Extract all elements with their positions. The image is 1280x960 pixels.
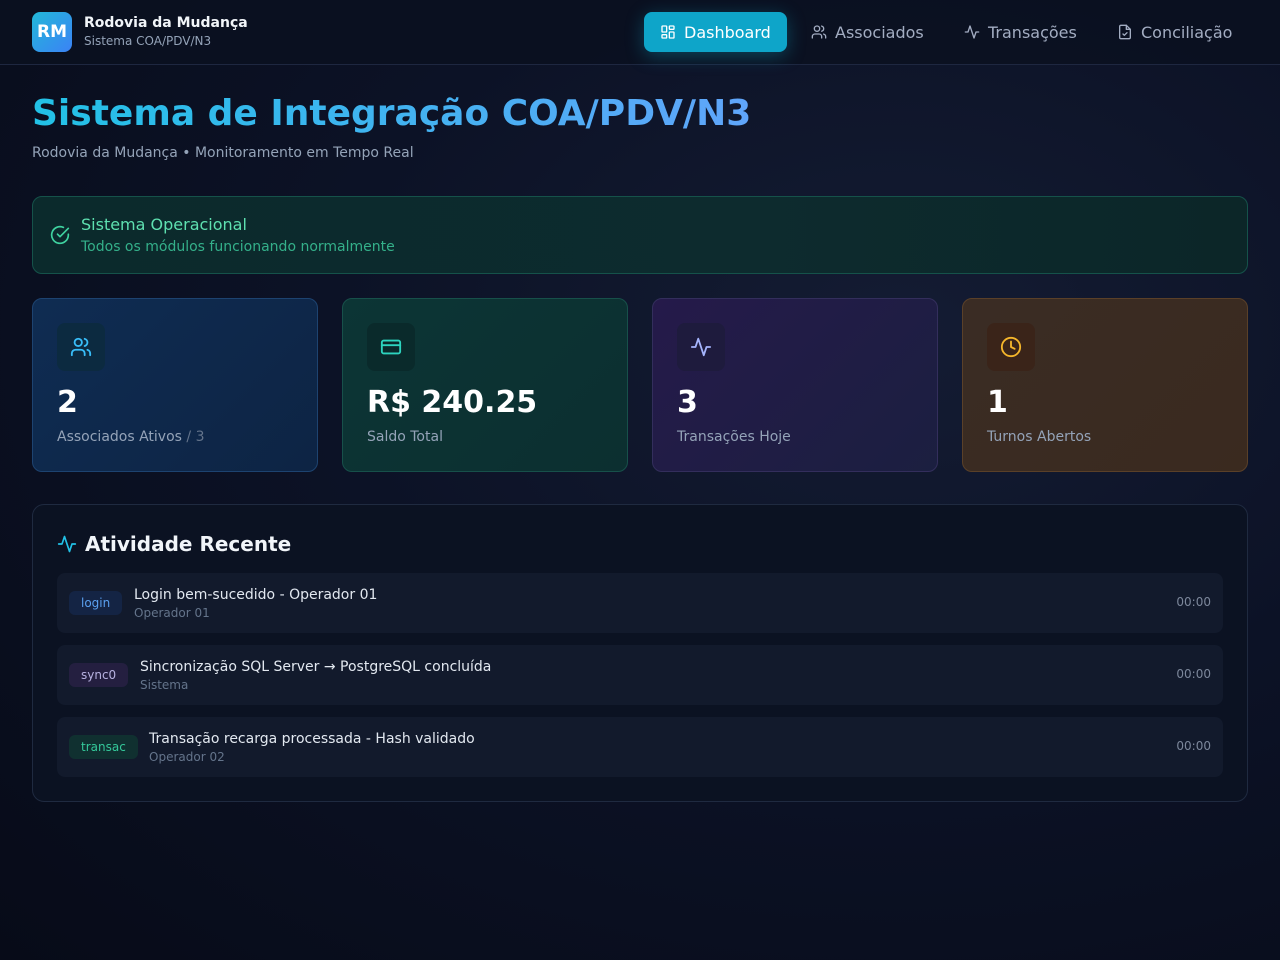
status-banner: Sistema Operacional Todos os módulos fun… bbox=[32, 196, 1248, 274]
stat-value: R$ 240.25 bbox=[367, 385, 538, 420]
nav-associados-label: Associados bbox=[835, 22, 924, 42]
nav-conciliacao[interactable]: Conciliação bbox=[1101, 12, 1248, 52]
clock-icon bbox=[987, 323, 1035, 371]
activity-type-badge: login bbox=[69, 591, 123, 615]
activity-message: Sincronização SQL Server → PostgreSQL co… bbox=[140, 659, 492, 675]
stat-label: Transações Hoje bbox=[677, 429, 791, 445]
stat-card-associados[interactable]: 2 Associados Ativos / 3 bbox=[32, 298, 318, 472]
activity-actor: Operador 01 bbox=[134, 606, 210, 620]
activity-item[interactable]: login Login bem-sucedido - Operador 01 O… bbox=[57, 573, 1223, 633]
nav-dashboard-label: Dashboard bbox=[684, 22, 771, 42]
app-logo[interactable]: RM bbox=[32, 12, 72, 52]
activity-message: Transação recarga processada - Hash vali… bbox=[149, 731, 475, 747]
nav-transacoes-label: Transações bbox=[988, 22, 1077, 42]
activity-type-badge: sync0 bbox=[69, 663, 129, 687]
nav-associados[interactable]: Associados bbox=[795, 12, 940, 52]
stat-label: Associados Ativos / 3 bbox=[57, 429, 205, 445]
check-circle-icon bbox=[50, 225, 70, 245]
recent-activity-panel: Atividade Recente login Login bem-sucedi… bbox=[32, 504, 1248, 802]
top-navbar: RM Rodovia da Mudança Sistema COA/PDV/N3… bbox=[0, 0, 1280, 65]
activity-time: 00:00 bbox=[1176, 739, 1211, 753]
users-icon bbox=[811, 24, 827, 40]
dashboard-icon bbox=[660, 24, 676, 40]
activity-actor: Operador 02 bbox=[149, 750, 225, 764]
activity-time: 00:00 bbox=[1176, 667, 1211, 681]
brand-subtitle: Sistema COA/PDV/N3 bbox=[84, 34, 212, 48]
stat-sublabel: / 3 bbox=[181, 429, 205, 445]
activity-icon bbox=[677, 323, 725, 371]
activity-item[interactable]: transac Transação recarga processada - H… bbox=[57, 717, 1223, 777]
nav-dashboard[interactable]: Dashboard bbox=[644, 12, 787, 52]
stat-card-turnos[interactable]: 1 Turnos Abertos bbox=[962, 298, 1248, 472]
brand-name: Rodovia da Mudança bbox=[84, 15, 248, 31]
stat-value: 1 bbox=[987, 385, 1008, 420]
status-description: Todos os módulos funcionando normalmente bbox=[81, 239, 395, 255]
activity-message: Login bem-sucedido - Operador 01 bbox=[134, 587, 378, 603]
nav-conciliacao-label: Conciliação bbox=[1141, 22, 1233, 42]
stat-value: 2 bbox=[57, 385, 78, 420]
file-check-icon bbox=[1117, 24, 1133, 40]
credit-card-icon bbox=[367, 323, 415, 371]
activity-icon bbox=[57, 534, 77, 554]
stat-card-transacoes[interactable]: 3 Transações Hoje bbox=[652, 298, 938, 472]
activity-type-badge: transac bbox=[69, 735, 138, 759]
stat-label: Turnos Abertos bbox=[987, 429, 1092, 445]
activity-title: Atividade Recente bbox=[57, 532, 291, 556]
stat-value: 3 bbox=[677, 385, 698, 420]
page-title: Sistema de Integração COA/PDV/N3 bbox=[32, 93, 752, 134]
page-subtitle: Rodovia da Mudança • Monitoramento em Te… bbox=[32, 145, 414, 161]
activity-actor: Sistema bbox=[140, 678, 189, 692]
stat-label: Saldo Total bbox=[367, 429, 443, 445]
activity-icon bbox=[964, 24, 980, 40]
nav-transacoes[interactable]: Transações bbox=[948, 12, 1093, 52]
stat-card-saldo[interactable]: R$ 240.25 Saldo Total bbox=[342, 298, 628, 472]
status-title: Sistema Operacional bbox=[81, 215, 247, 234]
activity-item[interactable]: sync0 Sincronização SQL Server → Postgre… bbox=[57, 645, 1223, 705]
activity-time: 00:00 bbox=[1176, 595, 1211, 609]
users-icon bbox=[57, 323, 105, 371]
